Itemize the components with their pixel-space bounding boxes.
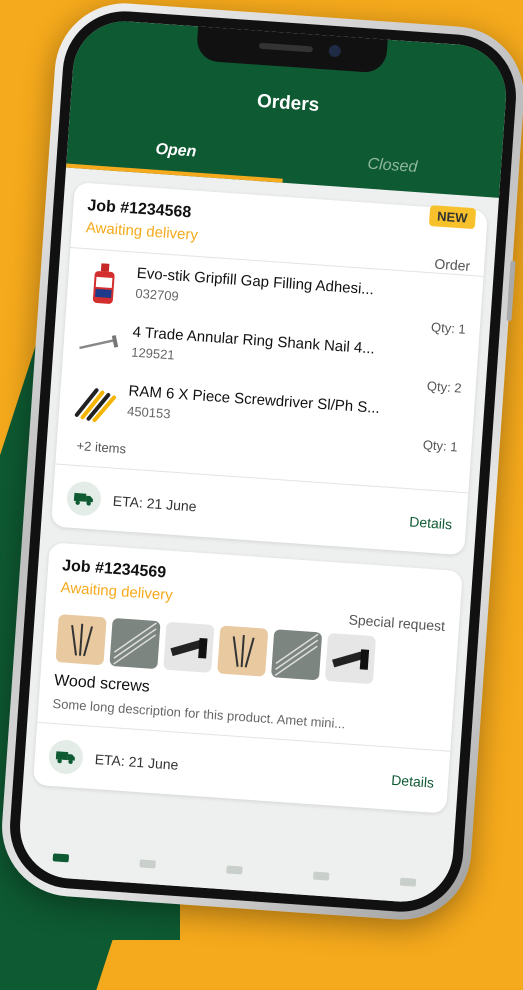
phone-mockup: Orders Open Closed NEW Job #1234568 Awai… (0, 0, 523, 925)
order-card[interactable]: Job #1234569 Awaiting delivery Special r… (32, 542, 463, 814)
nav-item-icon[interactable] (312, 871, 330, 881)
details-link[interactable]: Details (409, 513, 453, 532)
eta-text: ETA: 21 June (112, 492, 198, 515)
bolt-image (324, 632, 377, 685)
adhesive-bottle-icon (80, 261, 127, 308)
new-badge: NEW (428, 205, 477, 230)
speaker-icon (258, 42, 314, 53)
camera-icon (328, 44, 342, 58)
page-title: Orders (256, 90, 320, 117)
screwdriver-set-icon (72, 379, 119, 426)
eta-text: ETA: 21 June (94, 751, 179, 773)
screws-image (217, 625, 269, 677)
nails-image (109, 617, 161, 670)
truck-icon (47, 738, 85, 776)
nav-item-icon[interactable] (139, 859, 157, 869)
truck-icon (65, 480, 103, 517)
bolt-image (163, 621, 215, 673)
nav-orders-icon[interactable] (52, 853, 70, 863)
order-type: Order (433, 255, 471, 274)
screws-image (55, 614, 107, 666)
nav-search-icon[interactable] (399, 877, 416, 887)
nails-image (270, 629, 323, 681)
nav-item-icon[interactable] (226, 865, 243, 875)
nail-icon (76, 320, 123, 367)
orders-list: NEW Job #1234568 Awaiting delivery Order (21, 168, 499, 845)
order-card[interactable]: NEW Job #1234568 Awaiting delivery Order (50, 182, 489, 556)
details-link[interactable]: Details (391, 772, 435, 791)
phone-screen: Orders Open Closed NEW Job #1234568 Awai… (16, 17, 510, 906)
